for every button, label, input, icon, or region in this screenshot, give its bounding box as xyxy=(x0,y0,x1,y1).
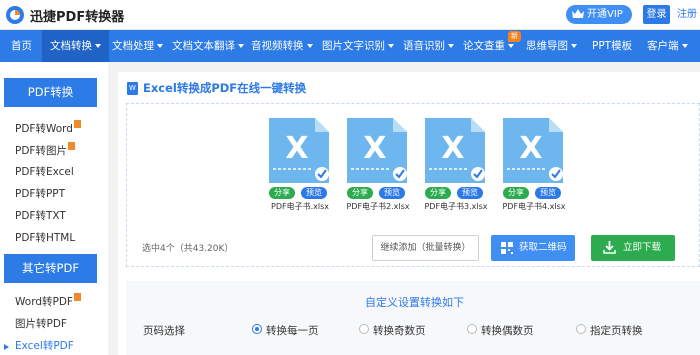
file-name: PDF电子书.xlsx xyxy=(271,202,329,211)
convert-settings-panel xyxy=(126,281,700,355)
share-button[interactable]: 分享 xyxy=(347,187,373,199)
download-button[interactable]: 立即下载 xyxy=(591,235,675,261)
download-icon xyxy=(603,241,616,254)
main-nav: 首页 文档转换 文档处理 文档文本翻译 音视频转换 图片文字识别 语音识别 论文… xyxy=(0,30,700,62)
excel-file-icon: X xyxy=(269,118,329,183)
share-button[interactable]: 分享 xyxy=(425,187,451,199)
sidebar-item-pdf-to-html[interactable]: PDF转HTML xyxy=(15,230,75,245)
nav-image-ocr[interactable]: 图片文字识别 xyxy=(322,30,394,62)
preview-button[interactable]: 预览 xyxy=(535,187,561,199)
nav-speech-recognition[interactable]: 语音识别 xyxy=(403,30,454,62)
radio-even-pages[interactable]: 转换偶数页 xyxy=(467,323,534,338)
file-card[interactable]: X 分享 预览 PDF电子书.xlsx xyxy=(266,118,332,211)
radio-every-page[interactable]: 转换每一页 xyxy=(252,323,319,338)
nav-doc-translate[interactable]: 文档文本翻译 xyxy=(172,30,244,62)
hot-icon xyxy=(73,293,81,301)
sidebar-section-pdf-convert: PDF转换 xyxy=(4,78,97,107)
continue-add-button[interactable]: 继续添加（批量转换） xyxy=(372,235,479,261)
nav-doc-process[interactable]: 文档处理 xyxy=(112,30,163,62)
chevron-down-icon xyxy=(448,44,454,48)
chevron-down-icon xyxy=(95,44,101,48)
excel-file-icon: X xyxy=(425,118,485,183)
radio-unchecked-icon xyxy=(576,324,586,334)
get-qrcode-button[interactable]: 获取二维码 xyxy=(491,235,575,261)
sidebar-item-word-to-pdf[interactable]: Word转PDF xyxy=(15,293,81,309)
active-arrow-icon xyxy=(4,344,9,350)
file-name: PDF电子书2.xlsx xyxy=(346,202,410,211)
radio-checked-icon xyxy=(252,324,262,334)
file-card[interactable]: X 分享 预览 PDF电子书2.xlsx xyxy=(344,118,410,211)
share-button[interactable]: 分享 xyxy=(269,187,295,199)
sidebar: PDF转换 PDF转Word PDF转图片 PDF转Excel PDF转PPT … xyxy=(0,62,108,355)
svg-text:X: X xyxy=(363,131,386,166)
crown-icon xyxy=(572,9,584,18)
login-button[interactable]: 登录 xyxy=(643,5,670,24)
brand-logo-icon xyxy=(6,6,24,24)
register-link[interactable]: 注册 xyxy=(674,5,700,24)
nav-home[interactable]: 首页 xyxy=(11,30,32,62)
svg-text:X: X xyxy=(285,131,308,166)
file-name: PDF电子书3.xlsx xyxy=(424,202,488,211)
open-vip-label: 开通VIP xyxy=(587,9,623,20)
svg-text:X: X xyxy=(441,131,464,166)
nav-client[interactable]: 客户端 xyxy=(647,30,688,62)
chevron-down-icon xyxy=(306,44,313,48)
new-badge: 新 xyxy=(508,31,521,42)
radio-unchecked-icon xyxy=(467,324,477,334)
chevron-down-icon xyxy=(681,44,688,48)
chevron-down-icon xyxy=(508,44,514,48)
file-card[interactable]: X 分享 预览 PDF电子书4.xlsx xyxy=(500,118,566,211)
page-title: Excel转换成PDF在线一键转换 xyxy=(143,81,307,95)
radio-unchecked-icon xyxy=(359,324,369,334)
nav-doc-convert[interactable]: 文档转换 xyxy=(42,30,109,62)
get-qrcode-label: 获取二维码 xyxy=(519,242,567,253)
sidebar-item-pdf-to-word[interactable]: PDF转Word xyxy=(15,120,81,136)
sidebar-section-other-to-pdf: 其它转PDF xyxy=(4,254,97,283)
preview-button[interactable]: 预览 xyxy=(457,187,483,199)
sidebar-item-image-to-pdf[interactable]: 图片转PDF xyxy=(15,316,67,331)
nav-av-convert[interactable]: 音视频转换 xyxy=(251,30,313,62)
qr-code-icon xyxy=(501,242,513,254)
excel-file-icon: X xyxy=(347,118,407,183)
page-select-label: 页码选择 xyxy=(143,325,185,337)
sidebar-item-pdf-to-image[interactable]: PDF转图片 xyxy=(15,142,75,158)
nav-paper-check[interactable]: 论文查重 xyxy=(463,30,514,62)
file-name: PDF电子书4.xlsx xyxy=(502,202,566,211)
brand-name: 迅捷PDF转换器 xyxy=(30,10,125,25)
hot-icon xyxy=(67,142,75,150)
chevron-down-icon xyxy=(157,44,163,48)
nav-mind-map[interactable]: 思维导图 xyxy=(526,30,577,62)
hot-icon xyxy=(73,120,81,128)
svg-text:X: X xyxy=(519,131,542,166)
radio-specified-pages[interactable]: 指定页转换 xyxy=(576,323,643,338)
open-vip-button[interactable]: 开通VIP xyxy=(566,5,632,24)
download-label: 立即下载 xyxy=(623,242,662,253)
nav-ppt-template[interactable]: PPT模板 xyxy=(592,30,632,62)
chevron-down-icon xyxy=(238,44,244,48)
sidebar-item-excel-to-pdf[interactable]: Excel转PDF xyxy=(15,338,74,353)
chevron-down-icon xyxy=(571,44,577,48)
top-header: 迅捷PDF转换器 开通VIP 登录 注册 xyxy=(0,0,700,30)
excel-file-icon: X xyxy=(503,118,563,183)
file-card[interactable]: X 分享 预览 PDF电子书3.xlsx xyxy=(422,118,488,211)
sidebar-item-pdf-to-ppt[interactable]: PDF转PPT xyxy=(15,186,65,201)
word-doc-icon: W xyxy=(127,82,138,95)
radio-odd-pages[interactable]: 转换奇数页 xyxy=(359,323,426,338)
selected-count-info: 选中4个（共43.20K） xyxy=(142,244,234,254)
sidebar-item-pdf-to-txt[interactable]: PDF转TXT xyxy=(15,208,66,223)
preview-button[interactable]: 预览 xyxy=(379,187,405,199)
preview-button[interactable]: 预览 xyxy=(301,187,327,199)
settings-title: 自定义设置转换如下 xyxy=(365,296,464,309)
chevron-down-icon xyxy=(388,44,394,48)
sidebar-item-pdf-to-excel[interactable]: PDF转Excel xyxy=(15,164,74,179)
share-button[interactable]: 分享 xyxy=(503,187,529,199)
